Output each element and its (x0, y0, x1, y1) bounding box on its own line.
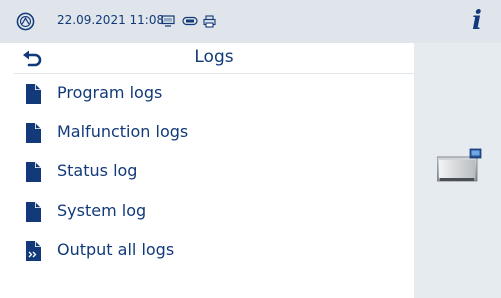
logs-panel: Logs Program logs Malfunction logs Statu… (14, 43, 414, 298)
list-item-label: Status log (57, 161, 138, 180)
sterilizer-device-icon (437, 148, 482, 182)
list-item-label: Output all logs (57, 240, 175, 259)
list-item-status-log[interactable]: Status log (14, 152, 414, 190)
printer-icon (203, 15, 216, 28)
usb-icon (182, 16, 198, 26)
list-item-label: Malfunction logs (57, 122, 189, 141)
list-item-label: System log (57, 201, 147, 220)
panel-header: Logs (14, 43, 414, 74)
document-icon (26, 202, 41, 222)
info-button[interactable]: i (465, 6, 489, 36)
document-icon (26, 123, 41, 143)
info-icon: i (472, 6, 482, 36)
document-icon (26, 162, 41, 182)
list-item-label: Program logs (57, 83, 163, 102)
document-icon (26, 84, 41, 104)
monitor-icon (161, 15, 175, 27)
brand-logo-icon (16, 12, 35, 31)
status-datetime: 22.09.2021 11:08 (57, 13, 165, 27)
list-item-malfunction-logs[interactable]: Malfunction logs (14, 113, 414, 151)
list-item-output-all-logs[interactable]: Output all logs (14, 231, 414, 269)
list-item-program-logs[interactable]: Program logs (14, 74, 414, 112)
document-output-icon (26, 241, 41, 261)
page-title: Logs (194, 47, 234, 67)
status-bar: 22.09.2021 11:08 i (0, 0, 501, 43)
list-item-system-log[interactable]: System log (14, 192, 414, 230)
